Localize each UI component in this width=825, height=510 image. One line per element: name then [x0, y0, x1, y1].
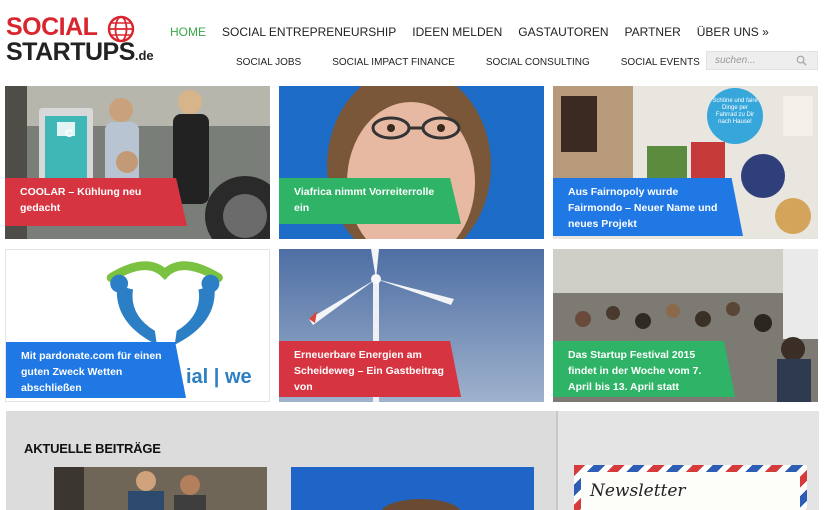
nav-ueber-uns[interactable]: ÜBER UNS »	[697, 24, 769, 40]
recent-post-thumbnail[interactable]	[291, 467, 534, 510]
newsletter-card[interactable]: Newsletter	[574, 465, 807, 510]
post-tile-pardonate[interactable]: ial | we Mit pardonate.com für einen gut…	[5, 249, 270, 402]
subnav-social-jobs[interactable]: SOCIAL JOBS	[236, 56, 301, 70]
recent-posts-heading: AKTUELLE BEITRÄGE	[24, 441, 161, 456]
logo-line-startups: STARTUPS.de	[6, 39, 154, 69]
recent-posts-section: AKTUELLE BEITRÄGE Newsletter	[6, 411, 819, 510]
main-navigation: HOME SOCIAL ENTREPRENEURSHIP IDEEN MELDE…	[170, 24, 785, 40]
search-icon[interactable]	[796, 55, 807, 66]
post-tile-coolar[interactable]: C COOLAR – Kühlung neu gedacht	[5, 86, 270, 239]
nav-ideen-melden[interactable]: IDEEN MELDEN	[412, 24, 502, 40]
nav-gastautoren[interactable]: GASTAUTOREN	[518, 24, 608, 40]
recent-post-thumbnail[interactable]	[54, 467, 267, 510]
nav-partner[interactable]: PARTNER	[625, 24, 681, 40]
post-tile-viafrica[interactable]: Viafrica nimmt Vorreiterrolle ein	[279, 86, 544, 239]
recent-post-photo	[54, 467, 267, 510]
logo-tld: .de	[134, 48, 154, 63]
nav-home[interactable]: HOME	[170, 24, 206, 40]
newsletter-title: Newsletter	[590, 481, 686, 501]
tile-caption: Viafrica nimmt Vorreiterrolle ein	[279, 178, 461, 224]
pardonate-logo-text: ial | we	[186, 366, 252, 388]
tile-caption: Das Startup Festival 2015 findet in der …	[553, 341, 735, 397]
coolar-screen-letter: C	[65, 128, 73, 140]
tile-caption: Erneuerbare Energien am Scheideweg – Ein…	[279, 341, 461, 397]
subnav-social-events[interactable]: SOCIAL EVENTS	[621, 56, 700, 70]
logo-startups-text: STARTUPS	[6, 38, 135, 66]
tile-caption: COOLAR – Kühlung neu gedacht	[5, 178, 187, 226]
sidebar-newsletter: Newsletter	[556, 411, 819, 510]
search-input[interactable]	[707, 52, 797, 69]
subnav-social-consulting[interactable]: SOCIAL CONSULTING	[486, 56, 590, 70]
post-tile-fairmondo[interactable]: Schöne und faire Dinge per Fahrrad zu Di…	[553, 86, 818, 239]
tile-caption: Aus Fairnopoly wurde Fairmondo – Neuer N…	[553, 178, 743, 236]
fairmondo-badge-text: Schöne und faire Dinge per Fahrrad zu Di…	[712, 98, 758, 125]
nav-social-entrepreneurship[interactable]: SOCIAL ENTREPRENEURSHIP	[222, 24, 396, 40]
tile-caption: Mit pardonate.com für einen guten Zweck …	[6, 342, 186, 398]
post-tile-erneuerbare-energien[interactable]: Erneuerbare Energien am Scheideweg – Ein…	[279, 249, 544, 402]
sub-navigation: SOCIAL JOBS SOCIAL IMPACT FINANCE SOCIAL…	[236, 56, 700, 70]
site-logo[interactable]: SOCIAL STARTUPS.de	[6, 14, 166, 70]
page: SOCIAL STARTUPS.de HOME SOCIAL ENTREPREN…	[0, 0, 825, 510]
search-box	[706, 51, 818, 70]
recent-post-photo	[291, 467, 534, 510]
logo-line-social: SOCIAL	[6, 13, 98, 41]
post-tile-startup-festival[interactable]: Das Startup Festival 2015 findet in der …	[553, 249, 818, 402]
subnav-social-impact-finance[interactable]: SOCIAL IMPACT FINANCE	[332, 56, 455, 70]
